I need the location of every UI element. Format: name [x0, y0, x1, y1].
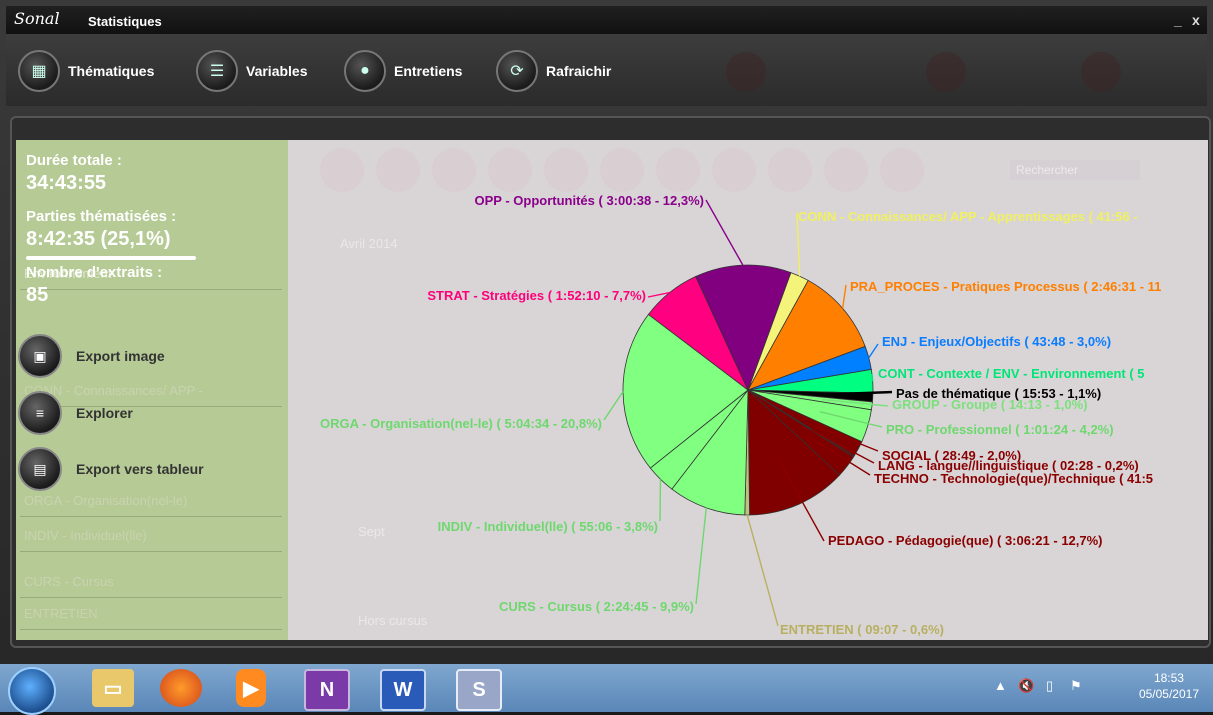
media-player-icon[interactable]: ▶: [236, 669, 266, 707]
slice-label: STRAT - Stratégies ( 1:52:10 - 7,7%): [427, 288, 646, 303]
firefox-icon[interactable]: [160, 669, 202, 707]
leader-line: [747, 515, 778, 626]
leader-line: [706, 200, 743, 265]
slice-label: GROUP - Groupe ( 14:13 - 1,0%): [892, 397, 1088, 412]
slice-label: ENTRETIEN ( 09:07 - 0,6%): [780, 622, 944, 637]
slice-label: CONT - Contexte / ENV - Environnement ( …: [878, 366, 1145, 381]
slice-label: ORGA - Organisation(nel-le) ( 5:04:34 - …: [320, 416, 602, 431]
onenote-icon[interactable]: N: [304, 669, 350, 711]
slice-label: PRA_PROCES - Pratiques Processus ( 2:46:…: [850, 279, 1161, 294]
word-icon[interactable]: W: [380, 669, 426, 711]
start-button[interactable]: [8, 667, 56, 715]
slice-label: OPP - Opportunités ( 3:00:38 - 12,3%): [475, 193, 704, 208]
slice-label: CONN - Connaissances/ APP - Apprentissag…: [798, 209, 1138, 224]
slice-label: PRO - Professionnel ( 1:01:24 - 4,2%): [886, 422, 1114, 437]
file-explorer-icon[interactable]: ▭: [92, 669, 134, 707]
leader-line: [869, 344, 878, 358]
volume-muted-icon[interactable]: 🔇: [1018, 678, 1034, 694]
leader-line: [604, 392, 623, 420]
clock[interactable]: 18:53 05/05/2017: [1139, 670, 1199, 702]
slice-label: ENJ - Enjeux/Objectifs ( 43:48 - 3,0%): [882, 334, 1111, 349]
slice-label: TECHNO - Technologie(que)/Technique ( 41…: [874, 471, 1153, 486]
taskbar: ▭ ▶ N W S ▲ 🔇 ▯ ⚑ 18:53 05/05/2017: [0, 664, 1213, 712]
leader-line: [872, 374, 873, 381]
clock-time: 18:53: [1139, 670, 1199, 686]
clock-date: 05/05/2017: [1139, 686, 1199, 702]
show-hidden-icon[interactable]: ▲: [994, 678, 1007, 693]
leader-line: [696, 508, 706, 604]
leader-line: [843, 285, 846, 308]
slice-label: INDIV - Individuel(lle) ( 55:06 - 3,8%): [438, 519, 658, 534]
battery-icon[interactable]: ▯: [1046, 678, 1053, 694]
slice-label: CURS - Cursus ( 2:24:45 - 9,9%): [499, 599, 694, 614]
slice-label: PEDAGO - Pédagogie(que) ( 3:06:21 - 12,7…: [828, 533, 1103, 548]
sonal-icon[interactable]: S: [456, 669, 502, 711]
flag-icon[interactable]: ⚑: [1070, 678, 1082, 694]
pie-chart: CONN - Connaissances/ APP - Apprentissag…: [0, 0, 1213, 712]
